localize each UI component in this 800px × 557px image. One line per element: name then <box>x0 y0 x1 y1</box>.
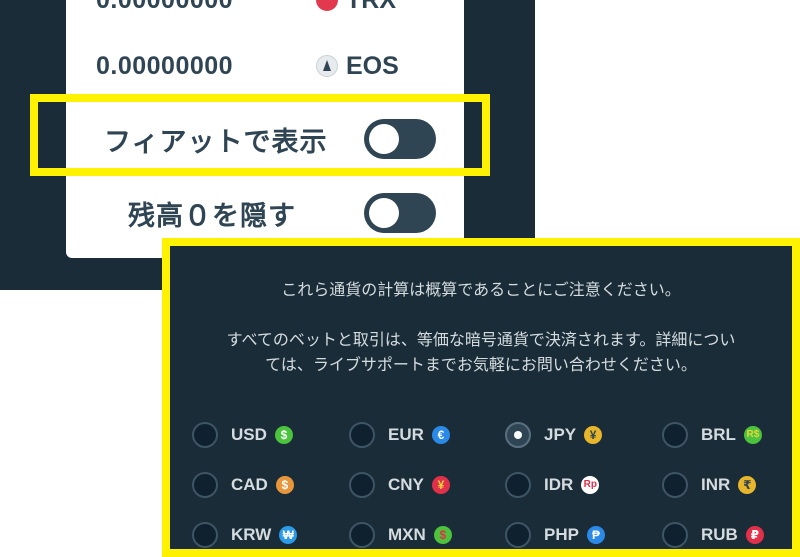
radio-button[interactable] <box>662 422 688 448</box>
balance-row-trx[interactable]: 0.00000000 TRX <box>96 0 396 20</box>
won-icon: ₩ <box>279 526 298 544</box>
radio-button[interactable] <box>662 472 688 498</box>
currency-option-brl[interactable]: BRL R$ <box>662 420 762 450</box>
dollar-icon: $ <box>275 476 294 494</box>
currency-option-cad[interactable]: CAD $ <box>192 470 294 500</box>
hide-zero-balance-row: 残高０を隠す <box>128 189 444 237</box>
radio-button[interactable] <box>192 422 218 448</box>
yuan-icon: ¥ <box>431 476 450 494</box>
hide-zero-balance-toggle[interactable] <box>364 193 436 233</box>
currency-code: CAD <box>231 475 268 494</box>
balance-amount: 0.00000000 <box>96 0 316 15</box>
notice-text: ては、ライブサポートまでお気軽にお問い合わせください。 <box>265 357 697 374</box>
hide-zero-balance-label: 残高０を隠す <box>128 200 296 231</box>
currency-option-idr[interactable]: IDR Rp <box>505 470 600 500</box>
peso-icon: ₱ <box>586 526 605 544</box>
currency-option-php[interactable]: PHP ₱ <box>505 520 605 550</box>
radio-button[interactable] <box>192 522 218 548</box>
currency-option-inr[interactable]: INR ₹ <box>662 470 757 500</box>
highlight-annotation <box>30 94 490 176</box>
currency-code: RUB <box>701 525 738 544</box>
currency-option-usd[interactable]: USD $ <box>192 420 293 450</box>
radio-button[interactable] <box>349 522 375 548</box>
radio-button[interactable] <box>192 472 218 498</box>
balance-row-eos[interactable]: 0.00000000 EOS <box>96 46 399 86</box>
currency-option-eur[interactable]: EUR € <box>349 420 450 450</box>
peso-icon: $ <box>433 526 452 544</box>
radio-button[interactable] <box>349 472 375 498</box>
currency-code: CNY <box>388 475 424 494</box>
currency-code: USD <box>231 425 267 444</box>
real-icon: R$ <box>743 426 762 444</box>
currency-code: BRL <box>701 425 736 444</box>
dollar-icon: $ <box>274 426 293 444</box>
currency-options: USD $ EUR € JPY ¥ BRL R$ CAD $ CNY ¥ IDR… <box>192 412 792 552</box>
currency-option-krw[interactable]: KRW ₩ <box>192 520 298 550</box>
yen-icon: ¥ <box>584 426 603 444</box>
currency-option-rub[interactable]: RUB ₽ <box>662 520 764 550</box>
radio-button[interactable] <box>662 522 688 548</box>
radio-button[interactable] <box>505 522 531 548</box>
toggle-knob <box>369 198 399 228</box>
euro-icon: € <box>431 426 450 444</box>
currency-code: JPY <box>544 425 577 444</box>
currency-code: IDR <box>544 475 574 494</box>
radio-button-selected[interactable] <box>505 422 531 448</box>
currency-code: KRW <box>231 525 272 544</box>
ruble-icon: ₽ <box>745 526 764 544</box>
currency-code: INR <box>701 475 731 494</box>
rupee-icon: ₹ <box>738 476 757 494</box>
currency-code: MXN <box>388 525 426 544</box>
trx-icon <box>316 0 338 11</box>
rupiah-icon: Rp <box>581 476 600 494</box>
radio-button[interactable] <box>505 472 531 498</box>
currency-code: PHP <box>544 525 579 544</box>
currency-option-jpy[interactable]: JPY ¥ <box>505 420 603 450</box>
currency-option-cny[interactable]: CNY ¥ <box>349 470 450 500</box>
fiat-currency-panel: これら通貨の計算は概算であることにご注意ください。 すべてのベットと取引は、等価… <box>162 238 800 557</box>
coin-label: EOS <box>346 51 399 80</box>
balance-amount: 0.00000000 <box>96 51 234 80</box>
eos-icon <box>316 55 338 77</box>
notice-text: これら通貨の計算は概算であることにご注意ください。 <box>281 282 681 299</box>
notice-text: すべてのベットと取引は、等価な暗号通貨で決済されます。詳細につい <box>226 332 736 349</box>
radio-button[interactable] <box>349 422 375 448</box>
coin-label: TRX <box>346 0 396 15</box>
currency-code: EUR <box>388 425 424 444</box>
currency-option-mxn[interactable]: MXN $ <box>349 520 452 550</box>
